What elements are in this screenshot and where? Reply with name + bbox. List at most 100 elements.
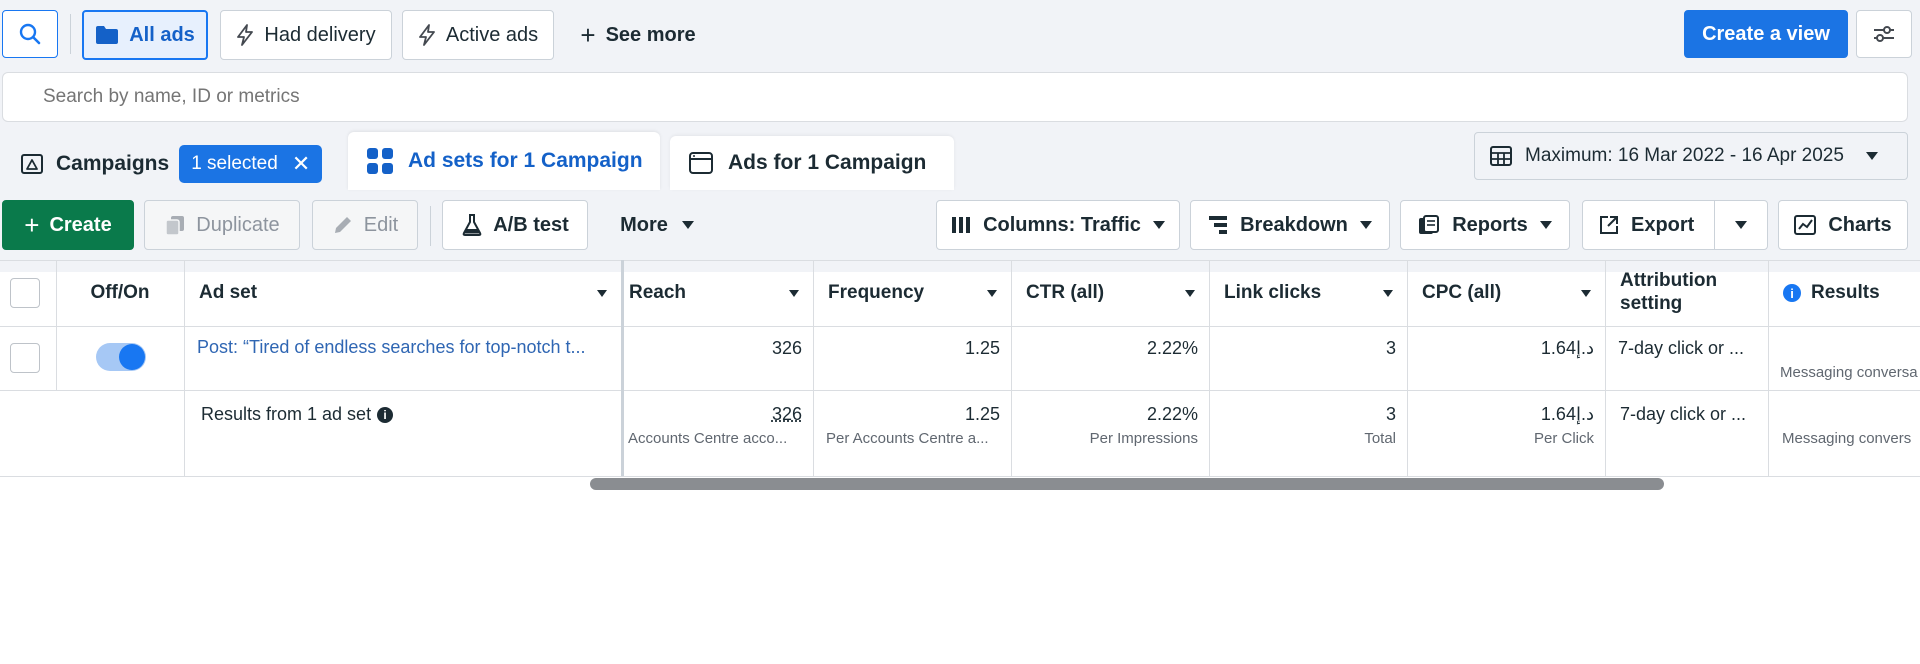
tab-ads[interactable]: Ads for 1 Campaign <box>670 136 954 190</box>
header-off-on[interactable]: Off/On <box>56 262 184 324</box>
selected-badge[interactable]: 1 selected ✕ <box>179 145 323 183</box>
header-ctr[interactable]: CTR (all) <box>1012 262 1209 324</box>
summary-reach-sub: Accounts Centre acco... <box>628 430 788 447</box>
create-button[interactable]: + Create <box>2 200 134 250</box>
create-view-button[interactable]: Create a view <box>1684 10 1848 58</box>
breakdown-label: Breakdown <box>1240 213 1348 236</box>
row-checkbox[interactable] <box>10 343 40 373</box>
sliders-icon <box>1874 26 1894 42</box>
info-icon[interactable]: i <box>377 406 394 423</box>
charts-button[interactable]: Charts <box>1778 200 1908 250</box>
header-attribution-label-2: setting <box>1620 293 1683 314</box>
summary-ctr-sub: Per Impressions <box>1089 430 1198 447</box>
header-reach[interactable]: Reach <box>624 262 813 324</box>
row-link-clicks: 3 <box>1385 338 1396 358</box>
summary-cpc-sub: Per Click <box>1533 430 1594 447</box>
active-ads-label: Active ads <box>445 23 539 46</box>
duplicate-label: Duplicate <box>196 213 280 236</box>
header-attribution-label: Attribution <box>1620 270 1718 292</box>
row-results-sub: Messaging conversa <box>1780 364 1918 381</box>
lightning-icon <box>418 24 435 46</box>
row-cpc: 1.64د.إ <box>1540 338 1594 358</box>
chevron-down-icon <box>681 221 694 229</box>
tab-ad-sets[interactable]: Ad sets for 1 Campaign <box>348 132 660 190</box>
header-ad-set-label: Ad set <box>199 282 258 303</box>
header-link-clicks[interactable]: Link clicks <box>1210 262 1407 324</box>
header-off-on-label: Off/On <box>90 282 150 303</box>
header-frequency-label: Frequency <box>828 282 925 303</box>
create-view-label: Create a view <box>1702 22 1830 45</box>
summary-frequency-sub: Per Accounts Centre a... <box>826 430 989 447</box>
export-icon <box>1600 216 1618 234</box>
header-ctr-label: CTR (all) <box>1026 282 1105 303</box>
date-range-picker[interactable]: Maximum: 16 Mar 2022 - 16 Apr 2025 <box>1474 132 1908 180</box>
info-icon[interactable]: i <box>1783 284 1801 302</box>
sort-caret-icon <box>1383 289 1393 297</box>
ad-window-icon <box>689 152 713 174</box>
flask-icon <box>462 214 482 236</box>
view-settings-button[interactable] <box>1856 10 1912 58</box>
chevron-down-icon <box>1359 221 1372 229</box>
line-chart-icon <box>1794 215 1817 235</box>
charts-label: Charts <box>1828 213 1892 236</box>
summary-ctr: 2.22% <box>1146 404 1198 424</box>
header-ad-set[interactable]: Ad set <box>185 262 621 324</box>
select-all-checkbox[interactable] <box>10 278 40 308</box>
header-cpc[interactable]: CPC (all) <box>1408 262 1605 324</box>
folder-icon <box>96 26 119 44</box>
sort-caret-icon <box>789 289 799 297</box>
pencil-icon <box>334 217 351 233</box>
summary-frequency: 1.25 <box>964 404 1000 424</box>
row-attribution: 7-day click or ... <box>1618 338 1745 358</box>
columns-label: Columns: Traffic <box>983 213 1141 236</box>
summary-link-clicks: 3 <box>1385 404 1396 424</box>
toolbar-divider <box>430 206 431 246</box>
ab-test-button[interactable]: A/B test <box>442 200 588 250</box>
lightning-icon <box>237 24 254 46</box>
columns-icon <box>952 217 971 233</box>
row-reach: 326 <box>771 338 802 358</box>
more-label: More <box>620 213 668 236</box>
tab-ads-label: Ads for 1 Campaign <box>728 151 927 174</box>
close-icon[interactable]: ✕ <box>292 153 310 175</box>
summary-reach: 326 <box>771 404 802 424</box>
plus-icon: + <box>580 20 596 50</box>
ab-test-label: A/B test <box>493 213 569 236</box>
summary-attribution: 7-day click or ... <box>1620 404 1747 424</box>
summary-bottom-border <box>0 476 1920 477</box>
duplicate-button[interactable]: Duplicate <box>144 200 300 250</box>
edit-button[interactable]: Edit <box>312 200 418 250</box>
reports-button[interactable]: Reports <box>1400 200 1570 250</box>
table-top-border <box>0 260 1920 261</box>
breakdown-button[interactable]: Breakdown <box>1190 200 1390 250</box>
date-range-label: Maximum: 16 Mar 2022 - 16 Apr 2025 <box>1525 145 1844 166</box>
more-button[interactable]: More <box>604 200 710 250</box>
toggle-knob <box>119 344 145 370</box>
header-frequency[interactable]: Frequency <box>814 262 1011 324</box>
header-attribution[interactable]: Attribution setting <box>1606 262 1768 324</box>
flag-icon <box>21 154 43 174</box>
header-cpc-label: CPC (all) <box>1422 282 1502 303</box>
ad-set-name-link[interactable]: Post: “Tired of endless searches for top… <box>197 337 612 358</box>
export-dropdown-toggle[interactable] <box>1716 201 1766 249</box>
all-ads-filter[interactable]: All ads <box>82 10 208 60</box>
horizontal-scrollbar[interactable] <box>590 478 1664 490</box>
search-input[interactable] <box>2 72 1908 122</box>
summary-label-text: Results from 1 ad set <box>201 404 372 424</box>
chevron-down-icon <box>1539 221 1552 229</box>
sort-caret-icon <box>1185 289 1195 297</box>
had-delivery-filter[interactable]: Had delivery <box>220 10 392 60</box>
reports-icon <box>1419 215 1440 234</box>
tab-campaigns[interactable]: Campaigns 1 selected ✕ <box>2 138 338 190</box>
had-delivery-label: Had delivery <box>264 23 376 46</box>
header-results[interactable]: i Results <box>1769 262 1920 324</box>
filter-divider <box>70 14 71 54</box>
see-more-filter[interactable]: + See more <box>570 10 706 60</box>
search-button[interactable] <box>2 10 58 58</box>
active-ads-filter[interactable]: Active ads <box>402 10 554 60</box>
see-more-label: See more <box>605 23 696 46</box>
delivery-toggle[interactable] <box>96 343 146 371</box>
columns-button[interactable]: Columns: Traffic <box>936 200 1180 250</box>
chevron-down-icon <box>1865 152 1878 160</box>
chevron-down-icon <box>1152 221 1165 229</box>
